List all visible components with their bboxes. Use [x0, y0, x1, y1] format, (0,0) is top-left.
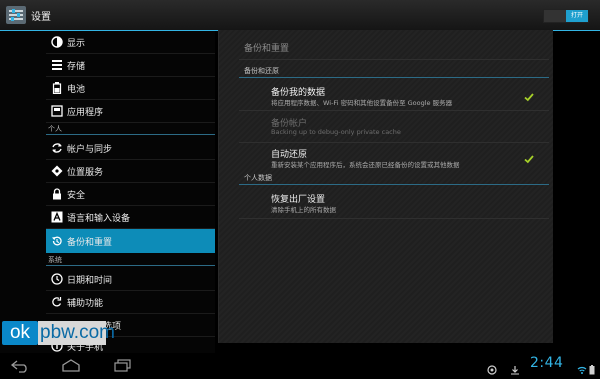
storage-icon	[50, 58, 64, 72]
sidebar-item-language-input[interactable]: 语言和输入设备	[46, 206, 215, 229]
pref-summary: 重新安装某个应用程序后，系统会还原已经备份的设置或其他数据	[271, 161, 460, 169]
sidebar-item-label: 存储	[67, 62, 86, 72]
pref-factory-reset[interactable]: 恢复出厂设置 清除手机上的所有数据	[239, 187, 549, 217]
divider	[239, 218, 549, 219]
download-icon[interactable]	[510, 360, 520, 375]
sidebar-item-label: 辅助功能	[67, 299, 104, 309]
sidebar-item-display[interactable]: 显示	[46, 31, 215, 54]
section-header-backup-restore: 备份和还原	[239, 66, 549, 78]
notification-icon[interactable]	[487, 360, 497, 375]
pref-summary: Backing up to debug-only private cache	[271, 128, 401, 136]
status-clock[interactable]: 2:44	[530, 355, 563, 371]
panel-title: 备份和重置	[244, 44, 290, 54]
sidebar-item-location[interactable]: 位置服务	[46, 160, 215, 183]
sidebar-item-accessibility[interactable]: 辅助功能	[46, 291, 215, 314]
section-header-personal-data: 个人数据	[239, 173, 549, 185]
section-header-system: 系统	[46, 255, 215, 266]
watermark-domain: pbw.com	[38, 321, 115, 345]
sidebar-item-label: 显示	[67, 39, 86, 49]
apps-icon	[50, 104, 64, 118]
system-bar: 2:44	[0, 355, 600, 375]
location-icon	[50, 164, 64, 178]
site-watermark: ok pbw.com	[0, 321, 115, 345]
sidebar-item-label: 语言和输入设备	[67, 214, 131, 224]
section-header-personal: 个人	[46, 124, 215, 135]
sidebar-item-backup-reset[interactable]: 备份和重置	[46, 229, 215, 253]
pref-backup-account: 备份帐户 Backing up to debug-only private ca…	[239, 112, 549, 142]
pref-summary: 清除手机上的所有数据	[271, 206, 336, 214]
sidebar-item-label: 应用程序	[67, 108, 104, 118]
language-icon	[50, 210, 64, 224]
toggle-on-label: 打开	[566, 10, 588, 22]
backup-data-checkbox[interactable]	[523, 88, 535, 102]
sidebar-item-storage[interactable]: 存储	[46, 54, 215, 77]
divider	[239, 110, 549, 111]
home-icon[interactable]	[60, 358, 82, 372]
sidebar-item-label: 备份和重置	[67, 238, 113, 248]
pref-summary: 将应用程序数据、Wi-Fi 密码和其他设置备份至 Google 服务器	[271, 99, 453, 107]
pref-auto-restore[interactable]: 自动还原 重新安装某个应用程序后，系统会还原已经备份的设置或其他数据	[239, 143, 549, 173]
auto-restore-checkbox[interactable]	[523, 150, 535, 164]
wifi-toggle[interactable]: 打开	[543, 9, 589, 23]
sidebar-item-security[interactable]: 安全	[46, 183, 215, 206]
backup-reset-panel: 备份和重置 备份和还原 备份我的数据 将应用程序数据、Wi-Fi 密码和其他设置…	[218, 30, 553, 343]
sidebar-item-battery[interactable]: 电池	[46, 77, 215, 100]
pref-backup-my-data[interactable]: 备份我的数据 将应用程序数据、Wi-Fi 密码和其他设置备份至 Google 服…	[239, 80, 549, 110]
settings-app-icon[interactable]	[6, 6, 26, 24]
accessibility-icon	[50, 295, 64, 309]
watermark-ok: ok	[2, 321, 38, 345]
clock-icon	[50, 272, 64, 286]
wifi-signal-icon	[577, 360, 587, 374]
sidebar-item-accounts-sync[interactable]: 帐户与同步	[46, 137, 215, 160]
battery-status-icon	[589, 360, 595, 375]
sidebar-item-date-time[interactable]: 日期和时间	[46, 268, 215, 291]
battery-icon	[50, 81, 64, 95]
sidebar-item-label: 帐户与同步	[67, 145, 113, 155]
action-bar: 设置 打开	[0, 0, 600, 31]
sidebar-item-label: 电池	[67, 85, 86, 95]
sync-icon	[50, 141, 64, 155]
brightness-icon	[50, 35, 64, 49]
sidebar-item-label: 安全	[67, 191, 86, 201]
divider	[239, 59, 549, 60]
sidebar-item-label: 位置服务	[67, 168, 104, 178]
back-icon[interactable]	[10, 358, 32, 373]
page-title: 设置	[31, 12, 51, 23]
sidebar-item-apps[interactable]: 应用程序	[46, 100, 215, 123]
recent-apps-icon[interactable]	[112, 358, 134, 372]
sidebar-item-label: 日期和时间	[67, 276, 113, 286]
backup-icon	[50, 234, 64, 248]
lock-icon	[50, 187, 64, 201]
